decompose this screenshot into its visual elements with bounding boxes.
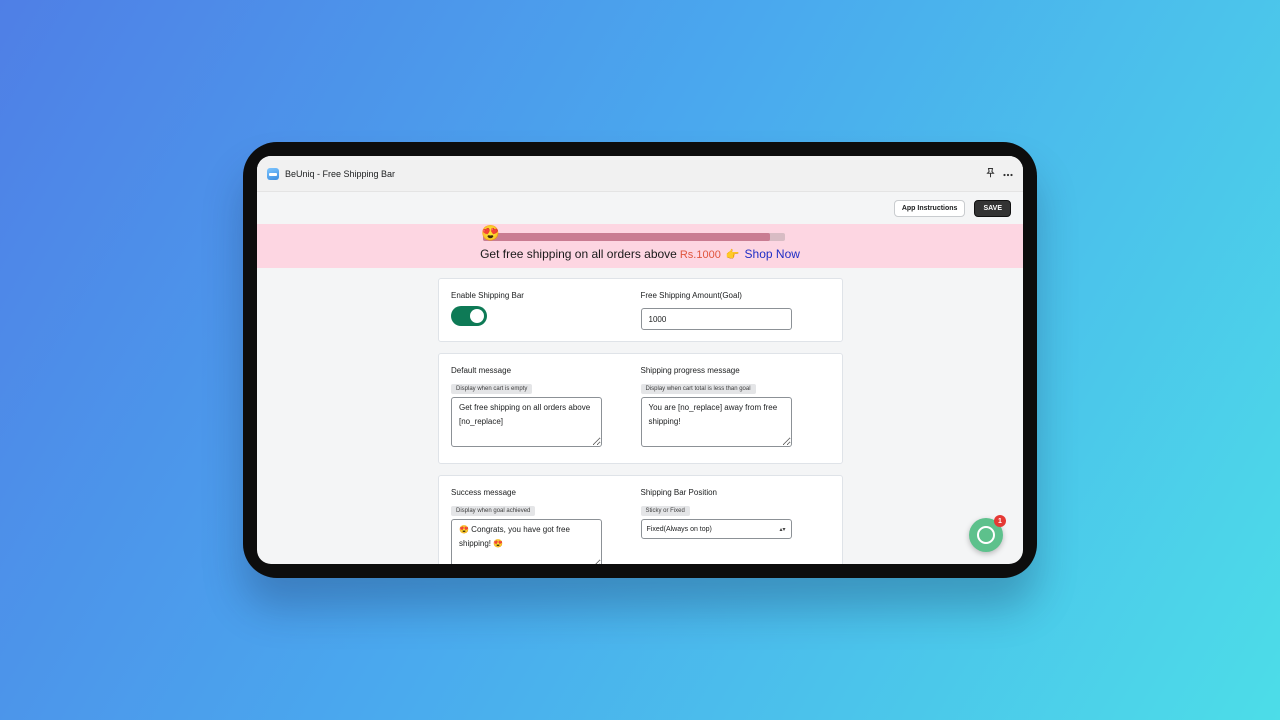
progress-fill (483, 233, 770, 241)
select-arrows-icon: ▴▾ (779, 526, 786, 533)
shop-now-link[interactable]: Shop Now (745, 247, 800, 261)
goal-amount-input[interactable] (640, 308, 792, 330)
goal-amount-label: Free Shipping Amount(Goal) (640, 291, 742, 300)
enable-shipping-bar-toggle[interactable] (451, 306, 487, 326)
settings-card-messages: Default message Display when cart is emp… (438, 353, 843, 464)
enable-shipping-bar-label: Enable Shipping Bar (451, 291, 524, 300)
settings-card-general: Enable Shipping Bar Free Shipping Amount… (438, 278, 843, 342)
bar-position-select[interactable]: Fixed(Always on top) ▴▾ (640, 519, 792, 539)
heart-eyes-icon: 😍 (481, 225, 500, 242)
pointing-hand-icon: 👉 (725, 249, 740, 261)
progress-message-hint: Display when cart total is less than goa… (640, 384, 756, 394)
promo-amount: Rs.1000 (679, 249, 721, 261)
chat-badge: 1 (994, 515, 1006, 527)
success-message-textarea[interactable]: 😍 Congrats, you have got free shipping! … (451, 519, 602, 564)
bar-position-label: Shipping Bar Position (640, 488, 718, 497)
success-message-label: Success message (451, 488, 516, 497)
toggle-knob (470, 309, 484, 323)
bar-position-hint: Sticky or Fixed (640, 506, 690, 516)
chat-widget-button[interactable]: 1 (969, 515, 1006, 552)
chat-icon (977, 526, 995, 544)
save-button[interactable]: SAVE (974, 199, 1011, 217)
default-message-textarea[interactable]: Get free shipping on all orders above [n… (451, 397, 602, 447)
settings-cards: Enable Shipping Bar Free Shipping Amount… (438, 278, 843, 564)
app-icon (267, 167, 279, 180)
progress-track (483, 233, 785, 241)
progress-message-label: Shipping progress message (640, 366, 740, 375)
promo-text: Get free shipping on all orders above (480, 247, 677, 261)
app-screen: BeUniq - Free Shipping Bar App Instructi… (257, 156, 1023, 564)
page-actions: App Instructions SAVE (257, 192, 1023, 224)
progress-message-textarea[interactable]: You are [no_replace] away from free ship… (640, 397, 792, 447)
app-titlebar: BeUniq - Free Shipping Bar (257, 156, 1023, 192)
shipping-bar-preview: 😍 Get free shipping on all orders above R… (257, 224, 1023, 268)
pin-icon[interactable] (986, 167, 995, 180)
tablet-frame: BeUniq - Free Shipping Bar App Instructi… (243, 142, 1037, 578)
app-title: BeUniq - Free Shipping Bar (285, 168, 396, 179)
bar-position-selected: Fixed(Always on top) (646, 525, 712, 533)
promo-message: Get free shipping on all orders above Rs.… (480, 247, 800, 261)
app-instructions-button[interactable]: App Instructions (893, 199, 966, 217)
default-message-label: Default message (451, 366, 512, 375)
default-message-hint: Display when cart is empty (451, 384, 533, 394)
success-message-hint: Display when goal achieved (451, 506, 536, 516)
settings-card-success: Success message Display when goal achiev… (438, 475, 843, 564)
more-icon[interactable] (1003, 169, 1013, 179)
